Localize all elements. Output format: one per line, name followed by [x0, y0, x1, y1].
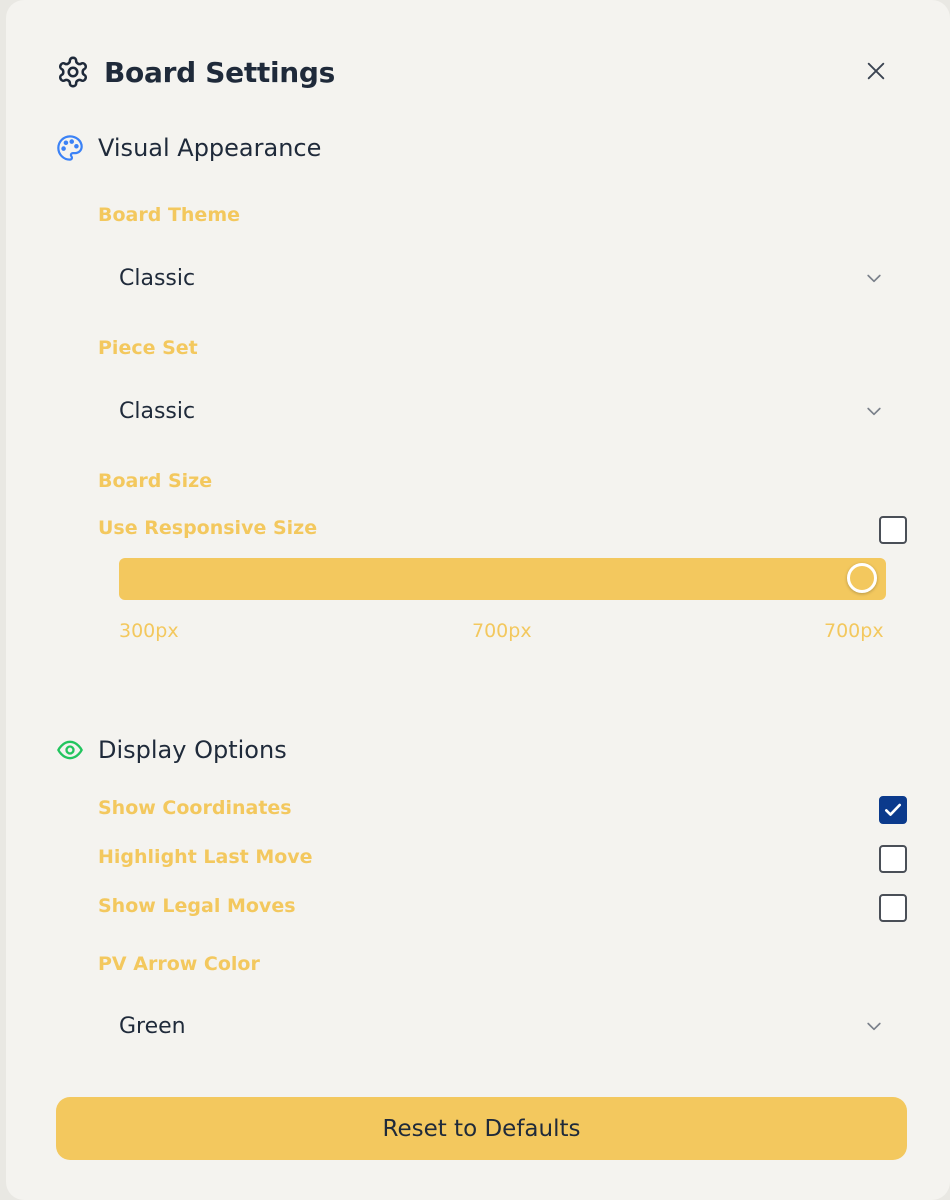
chevron-down-icon — [867, 1022, 881, 1031]
checkmark-icon — [885, 803, 901, 816]
pv-arrow-color-label: PV Arrow Color — [98, 953, 260, 975]
panel-header: Board Settings — [56, 52, 335, 92]
section-title-visual-appearance: Visual Appearance — [98, 134, 322, 162]
board-theme-value: Classic — [119, 265, 196, 291]
show-legal-moves-checkbox[interactable] — [879, 894, 907, 922]
board-size-slider[interactable] — [119, 558, 886, 600]
highlight-last-move-checkbox[interactable] — [879, 845, 907, 873]
pv-arrow-color-value: Green — [119, 1013, 186, 1039]
chevron-down-icon — [867, 274, 881, 283]
highlight-last-move-label: Highlight Last Move — [98, 846, 313, 868]
piece-set-select[interactable]: Classic — [98, 383, 898, 439]
gear-icon — [56, 55, 90, 89]
responsive-size-checkbox[interactable] — [879, 516, 907, 544]
settings-panel: Board Settings Visual Appearance Board T… — [6, 0, 950, 1200]
board-theme-label: Board Theme — [98, 204, 240, 226]
reset-to-defaults-button[interactable]: Reset to Defaults — [56, 1097, 907, 1160]
section-title-display-options: Display Options — [98, 736, 287, 764]
visual-appearance-header: Visual Appearance — [56, 134, 321, 162]
piece-set-value: Classic — [119, 398, 196, 424]
slider-thumb[interactable] — [847, 563, 877, 593]
show-coordinates-label: Show Coordinates — [98, 797, 292, 819]
slider-max-label: 700px — [824, 620, 884, 642]
show-legal-moves-label: Show Legal Moves — [98, 895, 296, 917]
close-button[interactable] — [861, 56, 891, 86]
display-options-header: Display Options — [56, 736, 287, 764]
piece-set-label: Piece Set — [98, 337, 198, 359]
slider-current-label: 700px — [472, 620, 532, 642]
pv-arrow-color-select[interactable]: Green — [98, 998, 898, 1054]
slider-min-label: 300px — [119, 620, 179, 642]
close-icon — [867, 62, 885, 80]
show-coordinates-checkbox[interactable] — [879, 796, 907, 824]
responsive-size-label: Use Responsive Size — [98, 517, 318, 539]
board-theme-select[interactable]: Classic — [98, 250, 898, 306]
chevron-down-icon — [867, 407, 881, 416]
eye-icon — [56, 736, 84, 764]
palette-icon — [56, 134, 84, 162]
panel-title: Board Settings — [104, 55, 336, 89]
board-size-label: Board Size — [98, 470, 213, 492]
